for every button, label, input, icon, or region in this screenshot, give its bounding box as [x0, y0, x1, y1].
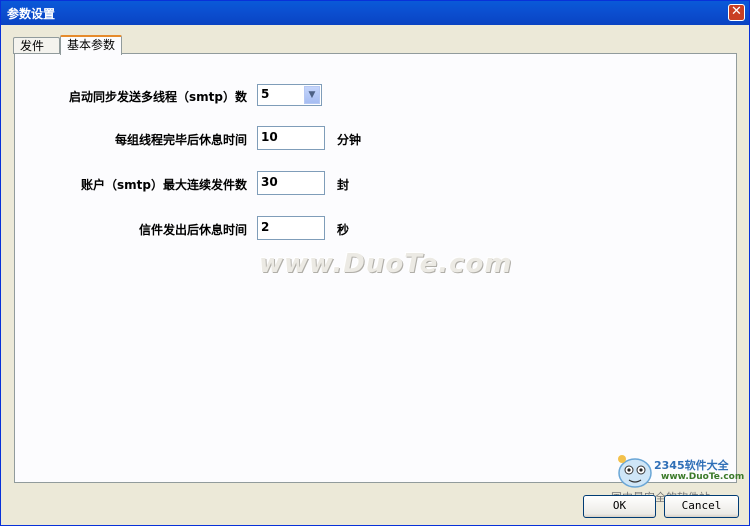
- cancel-button[interactable]: Cancel: [664, 495, 739, 518]
- window-title: 参数设置: [7, 7, 56, 21]
- max-consecutive-input[interactable]: 30: [257, 171, 325, 195]
- settings-dialog: 参数设置 ✕ 发件箱 基本参数 启动同步发送多线程（smtp）数 5 ▼ 每组线…: [0, 0, 750, 526]
- rest-per-group-input[interactable]: 10: [257, 126, 325, 150]
- chevron-down-icon[interactable]: ▼: [304, 86, 320, 104]
- ok-button[interactable]: OK: [583, 495, 656, 518]
- threads-label: 启动同步发送多线程（smtp）数: [69, 90, 247, 104]
- threads-select[interactable]: 5 ▼: [257, 84, 322, 106]
- logo-url: www.DuoTe.com: [661, 472, 745, 482]
- max-consecutive-unit: 封: [337, 178, 350, 192]
- rest-after-send-input[interactable]: 2: [257, 216, 325, 240]
- rest-per-group-label: 每组线程完毕后休息时间: [114, 133, 247, 147]
- title-bar: 参数设置 ✕: [1, 1, 749, 25]
- mascot-icon: [618, 455, 652, 488]
- logo-name: 2345软件大全: [654, 459, 729, 472]
- tab-basic-params[interactable]: 基本参数: [60, 35, 122, 55]
- close-button[interactable]: ✕: [728, 4, 745, 21]
- rest-after-send-unit: 秒: [337, 223, 350, 237]
- watermark: www.DuoTe.com: [259, 249, 513, 279]
- threads-value: 5: [261, 87, 270, 101]
- rest-per-group-unit: 分钟: [337, 133, 362, 147]
- close-icon: ✕: [731, 4, 742, 19]
- rest-after-send-label: 信件发出后休息时间: [138, 223, 247, 237]
- max-consecutive-label: 账户（smtp）最大连续发件数: [81, 178, 247, 192]
- tab-outbox[interactable]: 发件箱: [13, 37, 60, 69]
